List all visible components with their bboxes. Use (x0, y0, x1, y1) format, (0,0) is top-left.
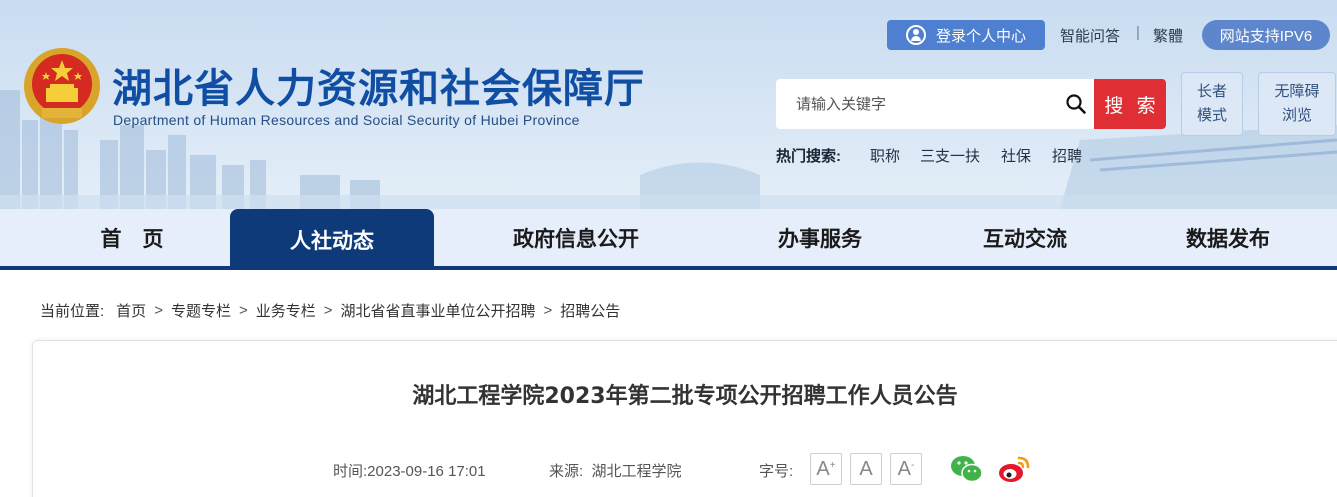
ipv6-badge: 网站支持IPV6 (1202, 20, 1330, 50)
hot-search-item[interactable]: 招聘 (1052, 145, 1082, 166)
article-card (32, 340, 1337, 497)
search-button[interactable]: 搜 索 (1094, 79, 1166, 129)
font-decrease-mark: - (911, 459, 915, 471)
breadcrumb-separator: > (323, 302, 333, 319)
breadcrumb-separator: > (238, 302, 248, 319)
hot-search-label: 热门搜索: (776, 148, 841, 165)
nav-item-gov-info[interactable]: 政府信息公开 (476, 209, 676, 266)
national-emblem-icon (24, 48, 100, 124)
accessible-mode-button[interactable]: 无障碍 浏览 (1258, 72, 1336, 136)
source-value: 湖北工程学院 (591, 463, 682, 480)
breadcrumb: 当前位置: 首页 > 专题专栏 > 业务专栏 > 湖北省省直事业单位公开招聘 >… (40, 300, 620, 321)
search-icon[interactable] (1066, 94, 1086, 114)
elder-mode-button[interactable]: 长者 模式 (1181, 72, 1243, 136)
breadcrumb-separator: > (154, 302, 163, 319)
time-value: 2023-09-16 17:01 (367, 463, 486, 480)
nav-item-data-release[interactable]: 数据发布 (1128, 209, 1328, 266)
search-input[interactable] (776, 79, 1046, 129)
breadcrumb-item[interactable]: 专题专栏 (171, 300, 231, 321)
article-source: 来源: 湖北工程学院 (549, 460, 682, 481)
accessible-mode-line-2: 浏览 (1281, 107, 1312, 124)
traditional-chinese-link[interactable]: 繁體 (1153, 25, 1183, 46)
accessible-mode-line-1: 无障碍 (1274, 83, 1320, 100)
font-size-default-button[interactable]: A (850, 453, 882, 485)
font-increase-mark: + (829, 459, 836, 471)
source-label: 来源: (549, 463, 584, 480)
elder-mode-line-2: 模式 (1196, 107, 1227, 124)
nav-item-hr-news[interactable]: 人社动态 (230, 209, 434, 270)
font-size-label: 字号: (759, 463, 794, 480)
wechat-icon[interactable] (950, 452, 984, 486)
main-nav: 首 页 人社动态 政府信息公开 办事服务 互动交流 数据发布 (0, 209, 1337, 270)
breadcrumb-item[interactable]: 首页 (116, 300, 146, 321)
elder-mode-line-1: 长者 (1196, 83, 1227, 100)
weibo-icon[interactable] (997, 452, 1031, 486)
font-decrease-glyph: A (897, 457, 911, 480)
site-header: 湖北省人力资源和社会保障厅 Department of Human Resour… (0, 0, 1337, 209)
breadcrumb-item[interactable]: 招聘公告 (560, 300, 620, 321)
user-icon (905, 25, 926, 45)
time-label: 时间: (333, 463, 368, 480)
hot-search-item[interactable]: 三支一扶 (920, 145, 980, 166)
breadcrumb-separator: > (543, 302, 553, 319)
site-subtitle: Department of Human Resources and Social… (113, 112, 580, 128)
font-size-increase-button[interactable]: A + (810, 453, 842, 485)
smart-qa-link[interactable]: 智能问答 (1060, 25, 1120, 46)
search-box (776, 79, 1094, 129)
breadcrumb-item[interactable]: 湖北省省直事业单位公开招聘 (341, 300, 536, 321)
login-button-label: 登录个人中心 (935, 27, 1026, 45)
breadcrumb-prefix: 当前位置: (40, 303, 105, 320)
breadcrumb-item[interactable]: 业务专栏 (256, 300, 316, 321)
nav-item-interaction[interactable]: 互动交流 (925, 209, 1125, 266)
font-increase-glyph: A (816, 457, 830, 480)
hot-search-item[interactable]: 职称 (870, 145, 900, 166)
article-title: 湖北工程学院2023年第二批专项公开招聘工作人员公告 (412, 384, 958, 409)
article-time: 时间:2023-09-16 17:01 (333, 460, 486, 481)
login-personal-center-button[interactable]: 登录个人中心 (887, 20, 1045, 50)
font-size-decrease-button[interactable]: A- (890, 453, 922, 485)
font-default-glyph: A (859, 457, 873, 480)
nav-item-services[interactable]: 办事服务 (720, 209, 920, 266)
hot-search-item[interactable]: 社保 (1001, 145, 1031, 166)
nav-item-home[interactable]: 首 页 (30, 209, 234, 266)
site-title: 湖北省人力资源和社会保障厅 (112, 66, 645, 112)
top-link-separator: | (1136, 24, 1140, 41)
